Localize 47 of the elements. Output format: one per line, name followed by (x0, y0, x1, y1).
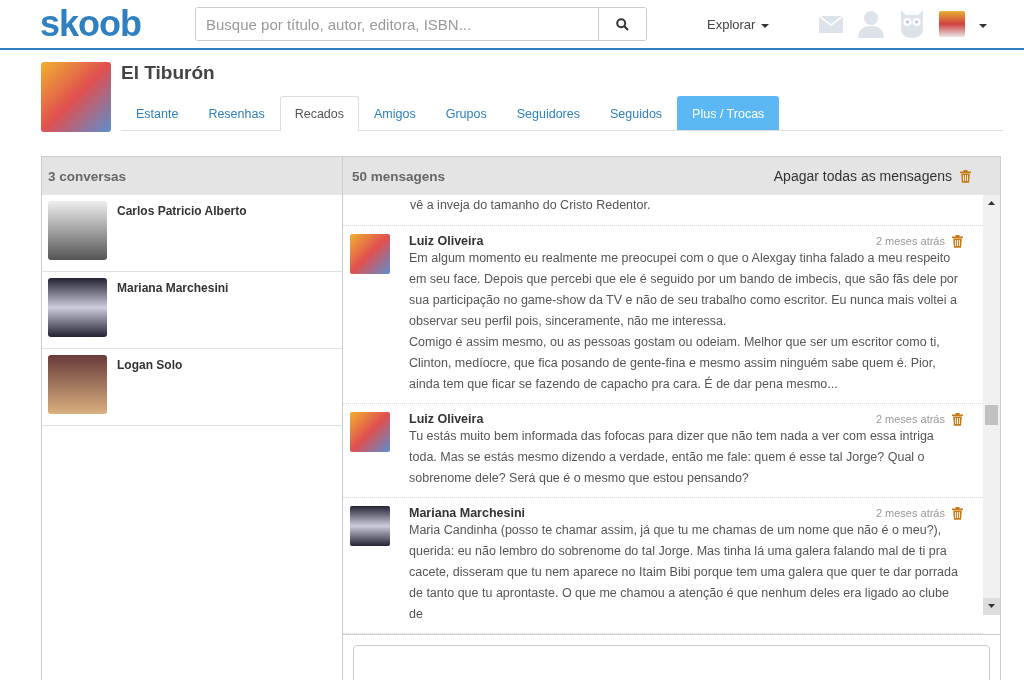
message-time: 2 meses atrás (875, 235, 945, 247)
message-author[interactable]: Mariana Marchesini (409, 506, 525, 520)
caret-icon[interactable] (979, 24, 988, 28)
avatar-photo-placeholder[interactable] (939, 11, 966, 37)
conversation-name: Carlos Patricio Alberto (117, 203, 247, 220)
conversation-name: Mariana Marchesini (117, 280, 229, 297)
conversation-name: Logan Solo (117, 357, 183, 374)
logo[interactable]: skoob (40, 4, 195, 44)
message-text: Em algum momento eu realmente me preocupei com o que o Alexgay tinha falado a meu respeito em seu face. Depois que percebi que ele é seguido por um bando de imbecis, que são fãs dele por sua participação no game-show da TV e não de seu trabalho como escritor. Eu nunca mais voltei a observar seu perfil pois, sinceramente, não me interessa. (409, 250, 959, 330)
messages-header: 50 mensagens (352, 168, 446, 184)
message-author[interactable]: Luiz Oliveira (409, 412, 484, 426)
trash-icon[interactable] (952, 506, 963, 520)
conversation-item[interactable]: Carlos Patricio Alberto (42, 195, 342, 272)
tab[interactable]: Seguidos (594, 96, 678, 130)
message-author[interactable]: Luiz Oliveira (409, 234, 484, 248)
delete-all-button[interactable]: Apagar todas as mensagens (773, 168, 991, 184)
profile-name: El Tiburón (121, 62, 216, 84)
search-button[interactable] (598, 8, 646, 40)
search-icon (616, 17, 629, 31)
trash-icon[interactable] (952, 412, 963, 426)
avatar-photo-placeholder (350, 234, 390, 274)
scrollbar-drawing[interactable] (983, 195, 1000, 615)
tab[interactable]: Resenhas (193, 96, 280, 130)
tab[interactable]: Grupos (430, 96, 502, 130)
conversation-item[interactable]: Mariana Marchesini (42, 272, 342, 349)
message-text: vê a inveja do tamanho do Cristo Redentor. (343, 195, 983, 226)
trash-icon[interactable] (960, 169, 971, 183)
search-field[interactable]: Busque por título, autor, editora, ISBN... (195, 7, 647, 41)
tab[interactable]: Estante (121, 96, 194, 130)
tab[interactable]: Amigos (359, 96, 431, 130)
photo-placeholder (48, 201, 107, 260)
tab[interactable]: Seguidores (501, 96, 595, 130)
conversation-item[interactable]: Logan Solo (42, 349, 342, 426)
tab[interactable]: Recados (279, 96, 360, 131)
message-time: 2 meses atrás (875, 507, 945, 519)
message-text: Tu estás muito bem informada das fofocas para dizer que não tem nada a ver com essa intriga toda. Mas se estás mesmo dizendo a verdade, então me fale: quem é esse tal Jorge? Qual o sobrenome dele? Será que é o mesmo que estou pensando? (409, 428, 935, 487)
explore-menu[interactable]: Explorar (707, 16, 770, 32)
message-time: 2 meses atrás (875, 413, 945, 425)
profile-photo-placeholder (41, 62, 111, 132)
photo-placeholder (48, 355, 107, 414)
photo-placeholder (48, 278, 107, 337)
avatar-photo-placeholder (350, 506, 390, 546)
message-text: Comigo é assim mesmo, ou as pessoas gostam ou odeiam. Melhor que ser um escritor como ti, Clinton, medíocre, que fica posando de gente-fina e mesmo assim ninguém sabe quem é. Pior, ainda tem que ficar se fazendo de capacho pra cara. É de dar pena mesmo... (409, 334, 941, 393)
trash-icon[interactable] (952, 234, 963, 248)
avatar-photo-placeholder (350, 412, 390, 452)
conversations-header: 3 conversas (42, 157, 342, 195)
message-text: Maria Candinha (posso te chamar assim, já que tu me chamas de um nome que não é o meu?), querida: eu não lembro do sobrenome do tal Jorge. Mas tinha lá uma galera falando mal de ti pra cacete, disseram que tu nem aparece no Itaim Bibi porque tem uma galera que quer te dar porrada de tanto que tu aprontaste. O que me chamou a atenção é que nenhum deles era ligado ao clube de (409, 522, 959, 623)
